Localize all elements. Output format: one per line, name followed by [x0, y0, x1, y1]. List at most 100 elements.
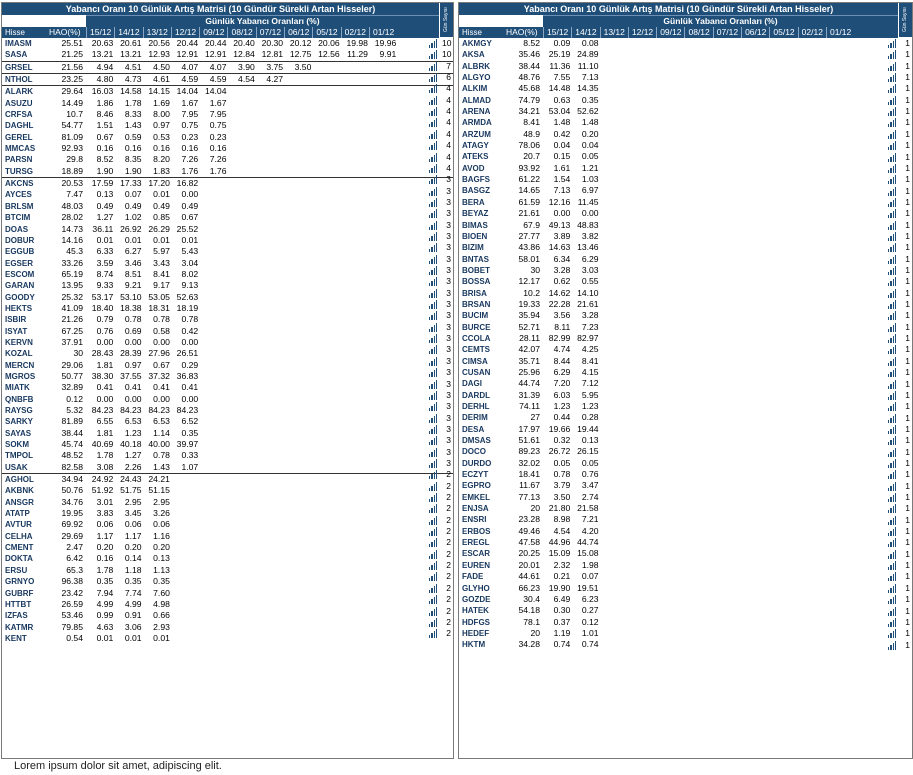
day-count-cell: 4 — [446, 162, 451, 173]
ratio-cell: 6.33 — [96, 246, 114, 257]
day-count-cell: 3 — [446, 287, 451, 298]
ticker-cell: BNTAS — [462, 254, 489, 264]
day-count-cell: 1 — [905, 605, 910, 616]
hao-cell: 32.02 — [518, 457, 540, 468]
day-count-cell: 2 — [446, 594, 451, 605]
date-column-header: 01/12 — [368, 27, 397, 38]
ticker-cell: ARMDA — [462, 118, 492, 128]
ratio-cell: 4.61 — [153, 74, 170, 85]
hao-cell: 23.28 — [518, 514, 540, 525]
table-row: MGROS 50.77 38.30 37.55 37.32 36.83 — [2, 371, 453, 382]
table-row: IMASM 25.51 20.63 20.61 20.56 20.44 20.44 20.40… — [2, 38, 453, 49]
date-column-header: 06/12 — [284, 27, 312, 38]
day-count-cell: 3 — [446, 457, 451, 468]
ticker-cell: DOCO — [462, 447, 486, 457]
day-count-cell: 3 — [446, 299, 451, 310]
ticker-cell: CCOLA — [462, 333, 491, 343]
ratio-cell: 12.91 — [204, 49, 227, 60]
signal-bars-icon — [429, 617, 437, 627]
ratio-cell: 0.00 — [181, 336, 199, 347]
ratio-cell: 4.07 — [209, 61, 227, 72]
day-count-cell: 1 — [905, 253, 910, 264]
table-row: DERIM 27 0.44 0.28 — [459, 412, 912, 423]
ratio-cell: 0.42 — [553, 128, 571, 139]
ratio-cell: 8.98 — [553, 514, 571, 525]
signal-bars-icon — [429, 527, 437, 537]
table-row: CRFSA 10.7 8.46 8.33 8.00 7.95 7.95 — [2, 109, 453, 120]
ratio-cell: 8.74 — [96, 268, 114, 279]
signal-bars-icon — [888, 583, 896, 593]
signal-bars-icon — [429, 39, 437, 48]
signal-bars-icon — [888, 379, 896, 389]
ticker-cell: ALKIM — [462, 84, 488, 94]
ticker-cell: EGPRO — [462, 481, 491, 491]
ticker-cell: EGGUB — [5, 247, 35, 257]
signal-bars-icon — [429, 629, 437, 639]
ratio-cell: 9.13 — [181, 280, 199, 291]
ticker-cell: GLYHO — [462, 583, 490, 593]
ratio-cell: 24.43 — [120, 474, 142, 485]
day-count-cell: 1 — [905, 344, 910, 355]
hao-cell: 13.95 — [61, 280, 83, 291]
ratio-cell: 4.59 — [181, 74, 199, 85]
day-count-cell: 3 — [446, 333, 451, 344]
ratio-cell: 1.17 — [96, 530, 114, 541]
ratio-cell: 16.03 — [91, 86, 114, 97]
hao-cell: 69.92 — [61, 519, 83, 530]
ticker-cell: GEREL — [5, 132, 33, 142]
hao-cell: 79.85 — [61, 621, 83, 632]
table-row: AVOD 93.92 1.61 1.21 — [459, 163, 912, 174]
signal-bars-icon — [429, 220, 437, 230]
ticker-cell: ASUZU — [5, 98, 33, 108]
hao-cell: 8.41 — [523, 117, 540, 128]
signal-bars-icon — [429, 175, 437, 185]
signal-bars-icon — [429, 300, 437, 310]
ratio-cell: 20.30 — [261, 38, 284, 48]
ratio-cell: 8.46 — [96, 109, 114, 120]
hao-cell: 29.8 — [66, 154, 83, 165]
hao-cell: 5.32 — [66, 405, 83, 415]
table-row: ENJSA 20 21.80 21.58 — [459, 503, 912, 514]
ratio-cell: 82.97 — [577, 332, 599, 343]
day-count-cell: 1 — [905, 526, 910, 537]
day-count-cell: 2 — [446, 526, 451, 537]
ticker-cell: BRISA — [462, 288, 487, 298]
ratio-cell: 0.41 — [96, 382, 114, 393]
ratio-cell: 4.99 — [96, 598, 114, 609]
ratio-cell: 37.32 — [148, 370, 170, 381]
table-row: BUCIM 35.94 3.56 3.28 — [459, 310, 912, 321]
hao-cell: 45.74 — [61, 439, 83, 450]
matrix-title: Yabancı Oranı 10 Günlük Artış Matrisi (1… — [459, 3, 898, 15]
ticker-cell: BTCIM — [5, 213, 31, 223]
ratio-cell: 1.07 — [181, 461, 199, 472]
ticker-cell: ATATP — [5, 509, 30, 519]
day-count-cell: 1 — [905, 446, 910, 457]
ticker-cell: DOBUR — [5, 235, 35, 245]
ratio-cell: 20.44 — [176, 38, 199, 48]
ticker-cell: EUREN — [462, 560, 491, 570]
signal-bars-icon — [429, 470, 437, 480]
col-hao: HAO(%) — [506, 27, 538, 37]
signal-bars-icon — [429, 277, 437, 287]
table-row: DMSAS 51.61 0.32 0.13 — [459, 435, 912, 446]
ticker-cell: BOSSA — [462, 277, 491, 287]
ratio-cell: 1.43 — [153, 461, 170, 472]
date-column-header: 08/12 — [684, 27, 712, 38]
day-count-cell: 2 — [446, 514, 451, 525]
ratio-cell: 3.47 — [581, 480, 599, 491]
hao-cell: 30.4 — [523, 593, 540, 604]
signal-bars-icon — [429, 266, 437, 275]
day-count-cell: 3 — [446, 276, 451, 287]
ratio-cell: 0.00 — [181, 393, 199, 404]
ticker-cell: SARKY — [5, 417, 34, 427]
ticker-cell: FADE — [462, 572, 484, 582]
ratio-cell: 3.89 — [553, 230, 571, 241]
table-row: AVTUR 69.92 0.06 0.06 0.06 — [2, 519, 453, 530]
table-row: ASUZU 14.49 1.86 1.78 1.69 1.67 1.67 — [2, 98, 453, 109]
table-row: PARSN 29.8 8.52 8.35 8.20 7.26 7.26 — [2, 154, 453, 165]
ratio-cell: 6.55 — [96, 416, 114, 427]
signal-bars-icon — [888, 481, 896, 491]
hao-cell: 30 — [73, 348, 83, 359]
hao-cell: 29.69 — [61, 530, 83, 541]
ticker-cell: AYCES — [5, 190, 32, 200]
